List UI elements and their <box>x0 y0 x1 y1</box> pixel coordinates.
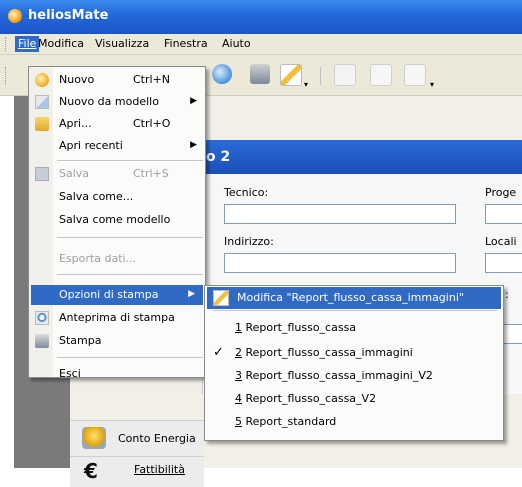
edit-icon[interactable] <box>280 64 302 86</box>
submenu-item-report[interactable]: 4 Report_flusso_cassa_V2 <box>205 388 503 410</box>
progetto-input[interactable] <box>485 204 522 224</box>
menu-item-label: Apri... <box>59 117 92 130</box>
localita-input[interactable] <box>485 253 522 273</box>
menu-bar: File Modifica Visualizza Finestra Aiuto <box>0 34 522 55</box>
submenu-arrow-icon: ▶ <box>188 289 195 299</box>
submenu-item-report-checked[interactable]: ✓ 2 Report_flusso_cassa_immagini <box>205 342 503 364</box>
menu-item-label: Opzioni di stampa <box>59 288 159 301</box>
submenu-item-report[interactable]: 1 Report_flusso_cassa <box>205 317 503 339</box>
menu-item-apri[interactable]: Apri... Ctrl+O <box>29 114 205 134</box>
cut-icon[interactable] <box>334 64 356 86</box>
nav-label: Fattibilità <box>134 463 185 476</box>
dropdown-arrow-icon[interactable]: ▾ <box>304 80 308 89</box>
menu-finestra[interactable]: Finestra <box>164 37 208 50</box>
menu-separator <box>213 310 497 311</box>
paste-icon[interactable] <box>404 64 426 86</box>
report-name: Report_standard <box>242 415 337 428</box>
submenu-arrow-icon: ▶ <box>190 140 197 150</box>
partial-label: : <box>505 288 509 301</box>
submenu-item-report[interactable]: 3 Report_flusso_cassa_immagini_V2 <box>205 365 503 387</box>
report-name: Report_flusso_cassa_immagini <box>242 346 413 359</box>
nav-item-conto-energia[interactable]: Conto Energia <box>70 420 204 457</box>
menu-item-nuovo[interactable]: Nuovo Ctrl+N <box>29 70 205 90</box>
checkmark-icon: ✓ <box>213 345 224 360</box>
euro-icon: € <box>84 459 98 483</box>
accelerator-key: 5 <box>235 415 242 428</box>
menu-item-anteprima-di-stampa[interactable]: Anteprima di stampa <box>29 308 205 328</box>
submenu-item-label: Modifica "Report_flusso_cassa_immagini" <box>237 291 464 304</box>
menu-separator <box>57 237 203 238</box>
file-menu: Nuovo Ctrl+N Nuovo da modello ▶ Apri... … <box>28 66 206 380</box>
label-indirizzo: Indirizzo: <box>224 235 274 248</box>
document-header: o 2 <box>202 140 522 174</box>
report-name: Report_flusso_cassa_immagini_V2 <box>242 369 433 382</box>
menu-item-label: Salva come... <box>59 190 134 203</box>
label-progetto: Proge <box>485 186 517 199</box>
window-title: heliosMate <box>28 8 109 23</box>
dropdown-arrow-icon[interactable]: ▾ <box>430 80 434 89</box>
menu-item-salva[interactable]: Salva Ctrl+S <box>29 164 205 184</box>
accelerator-key: 3 <box>235 369 242 382</box>
indirizzo-input[interactable] <box>224 253 456 273</box>
label-localita: Locali <box>485 235 517 248</box>
menu-item-label: Esporta dati... <box>59 252 137 265</box>
menu-item-label: Anteprima di stampa <box>59 311 175 324</box>
title-bar[interactable]: heliosMate <box>0 0 522 34</box>
edit-icon <box>213 290 229 306</box>
folder-open-icon <box>35 117 49 131</box>
menu-item-label: Nuovo <box>59 73 95 86</box>
menu-item-esporta-dati[interactable]: Esporta dati... <box>29 249 205 269</box>
menu-item-label: Salva <box>59 167 90 180</box>
app-icon <box>8 9 22 23</box>
nav-label: Conto Energia <box>118 432 196 445</box>
nav-item-fattibilita[interactable]: € Fattibilità <box>70 456 204 487</box>
menu-modifica[interactable]: Modifica <box>38 37 84 50</box>
menu-item-salva-come-modello[interactable]: Salva come modello <box>29 210 205 230</box>
menu-separator <box>57 160 203 161</box>
accelerator-key: 4 <box>235 392 242 405</box>
menu-aiuto[interactable]: Aiuto <box>222 37 251 50</box>
toolbar-separator <box>320 67 321 85</box>
accelerator-key: 2 <box>235 346 242 359</box>
new-icon <box>35 73 49 87</box>
solar-panel-icon <box>82 427 106 449</box>
shortcut-label: Ctrl+N <box>133 73 171 86</box>
label-tecnico: Tecnico: <box>224 186 269 199</box>
print-preview-icon <box>35 311 49 325</box>
menu-separator <box>57 274 203 275</box>
menu-item-apri-recenti[interactable]: Apri recenti ▶ <box>29 136 205 156</box>
toolbar-grip <box>5 67 9 85</box>
menu-item-salva-come[interactable]: Salva come... <box>29 187 205 207</box>
menu-item-esci[interactable]: Esci <box>29 345 205 380</box>
menu-item-label: Nuovo da modello <box>59 95 159 108</box>
save-icon <box>35 167 49 181</box>
submenu-arrow-icon: ▶ <box>190 96 197 106</box>
print-preview-icon[interactable] <box>212 64 232 84</box>
accelerator-key: 1 <box>235 321 242 334</box>
print-options-submenu: Modifica "Report_flusso_cassa_immagini" … <box>204 285 504 441</box>
document-title: o 2 <box>206 149 231 165</box>
menu-item-label: Esci <box>59 367 81 380</box>
menu-visualizza[interactable]: Visualizza <box>95 37 149 50</box>
copy-icon[interactable] <box>370 64 392 86</box>
menu-file[interactable]: File <box>15 36 40 52</box>
submenu-item-report[interactable]: 5 Report_standard <box>205 411 503 433</box>
shortcut-label: Ctrl+S <box>133 167 169 180</box>
menubar-grip <box>5 37 9 51</box>
menu-item-nuovo-da-modello[interactable]: Nuovo da modello ▶ <box>29 92 205 112</box>
submenu-item-modifica-report[interactable]: Modifica "Report_flusso_cassa_immagini" <box>207 287 501 309</box>
menu-item-label: Apri recenti <box>59 139 123 152</box>
menu-item-label: Salva come modello <box>59 213 171 226</box>
shortcut-label: Ctrl+O <box>133 117 171 130</box>
template-icon <box>35 95 49 109</box>
report-name: Report_flusso_cassa <box>242 321 357 334</box>
menu-item-opzioni-di-stampa[interactable]: Opzioni di stampa ▶ <box>31 285 203 305</box>
tecnico-input[interactable] <box>224 204 456 224</box>
printer-icon[interactable] <box>250 64 270 84</box>
report-name: Report_flusso_cassa_V2 <box>242 392 377 405</box>
